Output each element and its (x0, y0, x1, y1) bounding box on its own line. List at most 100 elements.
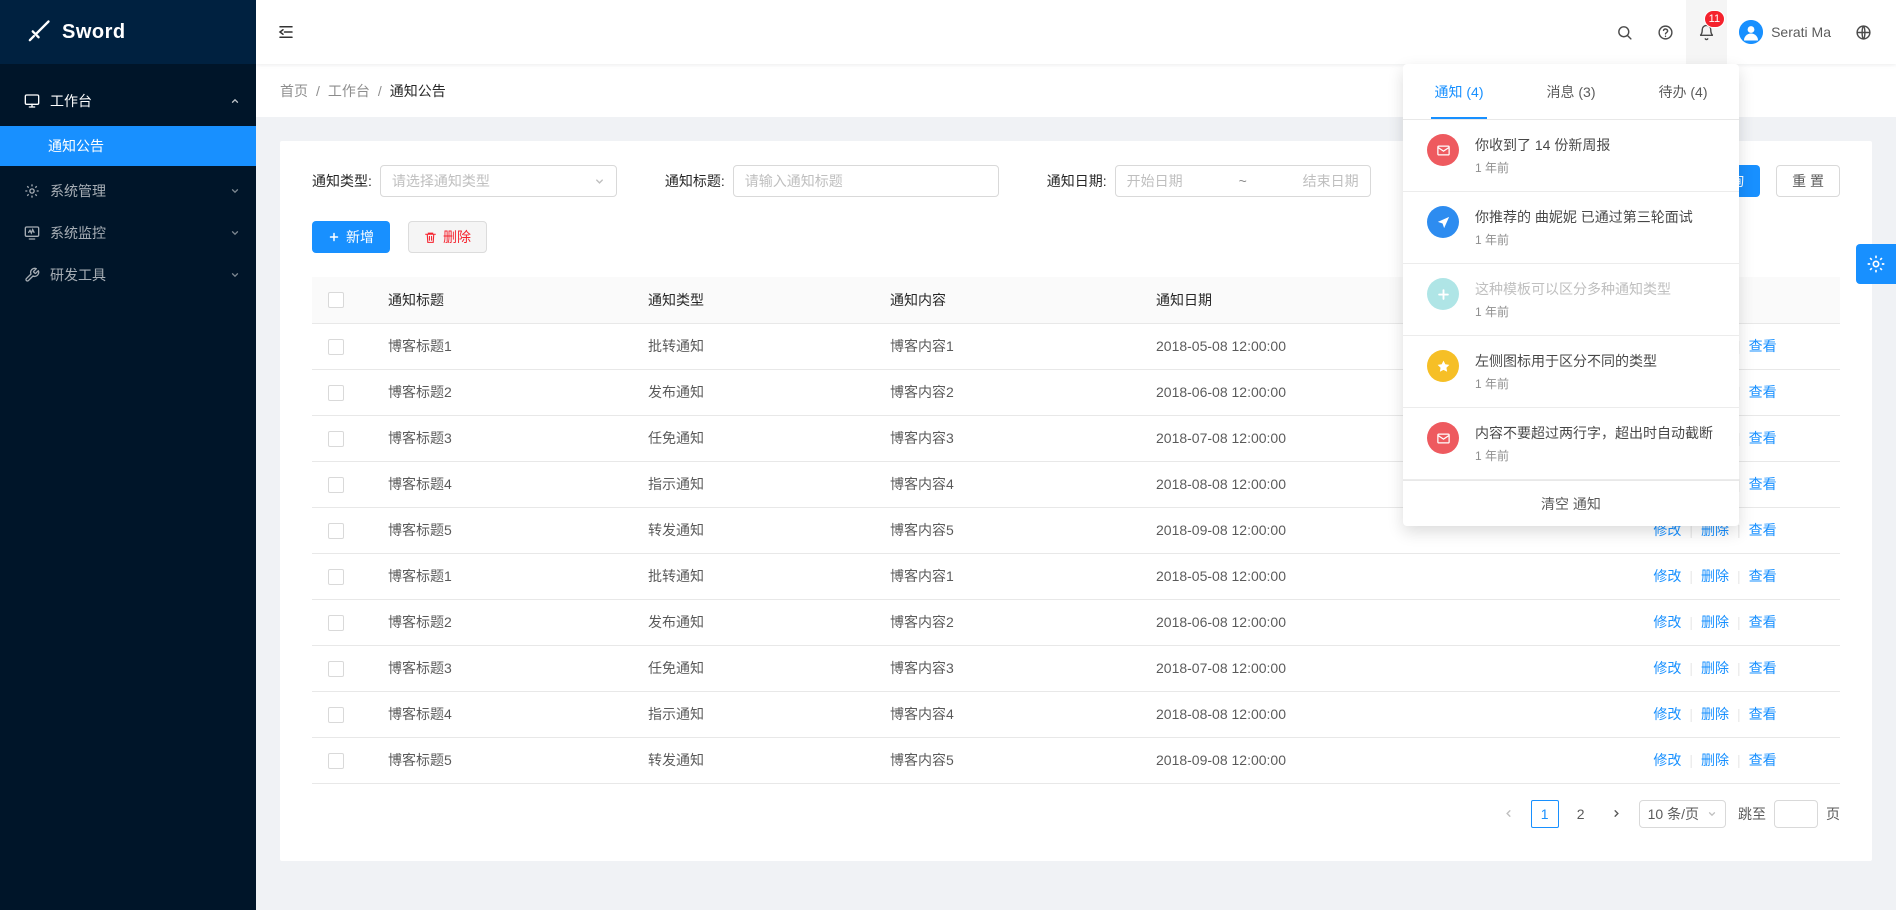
next-page-icon[interactable] (1603, 800, 1631, 828)
add-button[interactable]: 新增 (312, 221, 390, 253)
sidebar-item-system-management[interactable]: 系统管理 (0, 170, 256, 212)
row-action-view[interactable]: 查看 (1749, 706, 1777, 722)
cell-content: 博客内容1 (874, 553, 1140, 599)
action-divider: | (1689, 752, 1693, 768)
notice-tab[interactable]: 待办 (4) (1627, 64, 1739, 119)
notification-item[interactable]: 你推荐的 曲妮妮 已通过第三轮面试1 年前 (1403, 192, 1739, 264)
sidebar-item-notice[interactable]: 通知公告 (0, 126, 256, 166)
chevron-up-icon (230, 96, 240, 106)
sidebar-item-workbench[interactable]: 工作台 (0, 80, 256, 122)
sidebar-item-dev-tools[interactable]: 研发工具 (0, 254, 256, 296)
notification-bell-icon[interactable]: 11 (1686, 0, 1727, 64)
row-action-delete[interactable]: 删除 (1701, 660, 1729, 676)
reset-button[interactable]: 重 置 (1776, 165, 1840, 197)
page-size-select[interactable]: 10 条/页 (1639, 800, 1726, 828)
select-all-checkbox[interactable] (328, 292, 344, 308)
row-action-view[interactable]: 查看 (1749, 660, 1777, 676)
row-checkbox[interactable] (328, 523, 344, 539)
row-checkbox[interactable] (328, 385, 344, 401)
sidebar-item-label: 系统监控 (50, 223, 106, 243)
row-action-view[interactable]: 查看 (1749, 568, 1777, 584)
notice-title-input[interactable] (733, 165, 999, 197)
gear-icon (1866, 254, 1886, 274)
row-action-view[interactable]: 查看 (1749, 430, 1777, 446)
breadcrumb-item[interactable]: 工作台 (328, 81, 370, 101)
notice-tab[interactable]: 消息 (3) (1515, 64, 1627, 119)
action-divider: | (1689, 614, 1693, 630)
jump-page-input[interactable] (1774, 800, 1818, 828)
row-action-delete[interactable]: 删除 (1701, 752, 1729, 768)
menu-fold-icon[interactable] (256, 0, 316, 64)
sidebar-item-system-monitor[interactable]: 系统监控 (0, 212, 256, 254)
notification-item[interactable]: 你收到了 14 份新周报1 年前 (1403, 120, 1739, 192)
notification-dropdown: 通知 (4)消息 (3)待办 (4) 你收到了 14 份新周报1 年前你推荐的 … (1403, 64, 1739, 526)
row-checkbox[interactable] (328, 569, 344, 585)
cell-content: 博客内容1 (874, 323, 1140, 369)
cell-type: 批转通知 (632, 553, 874, 599)
clear-notifications-button[interactable]: 清空 通知 (1403, 480, 1739, 526)
row-action-view[interactable]: 查看 (1749, 384, 1777, 400)
notification-item[interactable]: 这种模板可以区分多种通知类型1 年前 (1403, 264, 1739, 336)
user-menu[interactable]: Serati Ma (1727, 0, 1843, 64)
row-action-view[interactable]: 查看 (1749, 752, 1777, 768)
page-number-2[interactable]: 2 (1567, 800, 1595, 828)
chevron-down-icon (594, 176, 605, 187)
row-action-delete[interactable]: 删除 (1701, 568, 1729, 584)
notice-tabs: 通知 (4)消息 (3)待办 (4) (1403, 64, 1739, 120)
pagination: 12 10 条/页 跳至 页 (312, 800, 1840, 828)
cell-content: 博客内容4 (874, 461, 1140, 507)
row-checkbox[interactable] (328, 477, 344, 493)
delete-button[interactable]: 删除 (408, 221, 487, 253)
row-checkbox[interactable] (328, 707, 344, 723)
chevron-down-icon (1707, 809, 1717, 819)
notice-list: 你收到了 14 份新周报1 年前你推荐的 曲妮妮 已通过第三轮面试1 年前这种模… (1403, 120, 1739, 480)
notification-item[interactable]: 内容不要超过两行字，超出时自动截断1 年前 (1403, 408, 1739, 480)
sidebar-item-label: 系统管理 (50, 181, 106, 201)
chevron-down-icon (230, 186, 240, 196)
action-divider: | (1689, 568, 1693, 584)
row-checkbox[interactable] (328, 753, 344, 769)
cell-content: 博客内容2 (874, 599, 1140, 645)
row-checkbox[interactable] (328, 431, 344, 447)
search-icon[interactable] (1604, 0, 1645, 64)
row-action-edit[interactable]: 修改 (1653, 706, 1681, 722)
filter-type-label: 通知类型: (312, 171, 372, 191)
chevron-down-icon (230, 270, 240, 280)
cell-content: 博客内容2 (874, 369, 1140, 415)
date-range-picker[interactable]: 开始日期 ~ 结束日期 (1115, 165, 1371, 197)
row-action-view[interactable]: 查看 (1749, 476, 1777, 492)
row-checkbox[interactable] (328, 339, 344, 355)
app-logo[interactable]: Sword (0, 0, 256, 64)
row-action-edit[interactable]: 修改 (1653, 568, 1681, 584)
row-action-edit[interactable]: 修改 (1653, 614, 1681, 630)
row-action-view[interactable]: 查看 (1749, 614, 1777, 630)
cell-title: 博客标题2 (372, 599, 632, 645)
row-action-delete[interactable]: 删除 (1701, 706, 1729, 722)
row-action-delete[interactable]: 删除 (1701, 614, 1729, 630)
row-action-edit[interactable]: 修改 (1653, 660, 1681, 676)
breadcrumb-item[interactable]: 首页 (280, 81, 308, 101)
row-action-view[interactable]: 查看 (1749, 338, 1777, 354)
prev-page-icon[interactable] (1495, 800, 1523, 828)
notification-item[interactable]: 左侧图标用于区分不同的类型1 年前 (1403, 336, 1739, 408)
action-divider: | (1737, 660, 1741, 676)
action-divider: | (1689, 660, 1693, 676)
filter-title-label: 通知标题: (665, 171, 725, 191)
theme-settings-button[interactable] (1856, 244, 1896, 284)
notification-badge: 11 (1704, 10, 1725, 28)
notice-tab[interactable]: 通知 (4) (1403, 64, 1515, 119)
plus-icon (328, 231, 340, 243)
page-size-label: 10 条/页 (1648, 804, 1699, 824)
language-globe-icon[interactable] (1843, 0, 1884, 64)
row-action-view[interactable]: 查看 (1749, 522, 1777, 538)
column-header-type: 通知类型 (632, 277, 874, 323)
help-icon[interactable] (1645, 0, 1686, 64)
row-checkbox[interactable] (328, 661, 344, 677)
page-number-1[interactable]: 1 (1531, 800, 1559, 828)
notice-type-select[interactable]: 请选择通知类型 (380, 165, 617, 197)
row-checkbox[interactable] (328, 615, 344, 631)
row-action-edit[interactable]: 修改 (1653, 752, 1681, 768)
table-row: 博客标题5转发通知博客内容52018-09-08 12:00:00修改|删除|查… (312, 737, 1840, 783)
table-row: 博客标题3任免通知博客内容32018-07-08 12:00:00修改|删除|查… (312, 645, 1840, 691)
app-title: Sword (62, 21, 126, 44)
